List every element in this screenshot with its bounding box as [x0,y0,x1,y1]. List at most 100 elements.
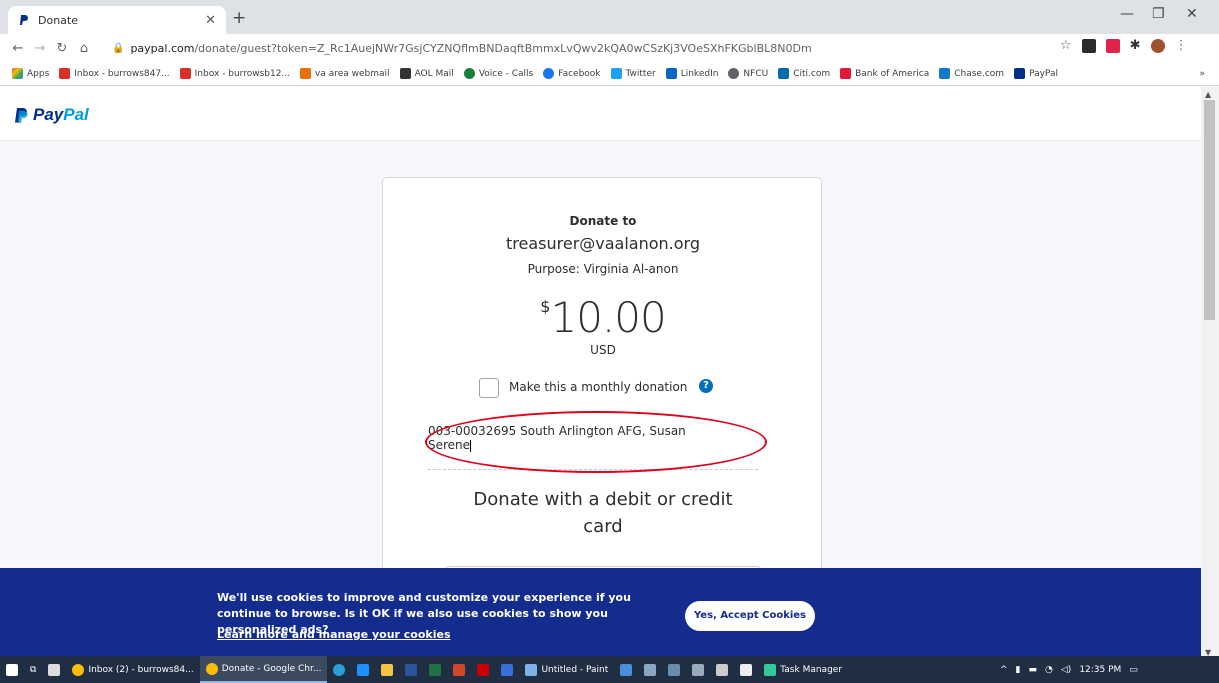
bookmark-item[interactable]: Twitter [610,68,656,79]
app-icon [692,663,705,676]
debit-credit-heading: Donate with a debit or credit card [473,489,733,537]
toolbar-extensions: ☆ ✱ ⋮ [1060,38,1188,53]
bookmark-item[interactable]: AOL Mail [399,68,454,79]
pocket-extension-icon[interactable] [1105,38,1120,53]
excel-button[interactable] [423,656,447,683]
url-path: /donate/guest?token=Z_Rc1AuejNWr7GsjCYZN… [194,41,812,55]
paypal-logo[interactable]: Pay Pal [14,105,89,125]
aol-icon [399,68,411,79]
app-button[interactable] [614,656,638,683]
bookmarks-overflow[interactable]: » [1199,69,1205,79]
home-icon[interactable]: ⌂ [74,41,94,56]
manage-cookies-link[interactable]: Learn more and manage your cookies [217,628,451,641]
powerpoint-icon [453,663,466,676]
bookmark-item[interactable]: LinkedIn [665,68,718,79]
citi-icon [778,68,790,79]
red-app-icon [477,663,490,676]
chrome-icon [205,662,218,675]
webmail-icon [300,68,312,79]
task-view-button[interactable]: ⧉ [24,656,42,683]
taskbar-item[interactable]: Inbox (2) - burrows84... [66,656,199,683]
bookmark-item[interactable]: Inbox - burrowsb12... [179,68,290,79]
chrome-icon [72,663,85,676]
task-manager-icon [764,663,777,676]
chevron-up-icon[interactable]: ^ [1000,665,1008,675]
close-window-icon[interactable]: ✕ [1186,6,1198,22]
app-button[interactable] [710,656,734,683]
restore-icon[interactable]: ❐ [1152,6,1165,22]
bookmark-item[interactable]: Bank of America [840,68,929,79]
explorer-button[interactable] [375,656,399,683]
taskbar-item[interactable]: Task Manager [758,656,848,683]
tab-donate[interactable]: Donate ✕ [8,6,226,34]
minimize-icon[interactable]: — [1120,6,1134,22]
battery-icon[interactable]: ▮ [1016,665,1021,675]
acrobat-extension-icon[interactable] [1081,38,1096,53]
app-button[interactable] [495,656,519,683]
donation-purpose: Purpose: Virginia Al-anon [527,262,679,276]
bookmarks-bar: Apps Inbox - burrows847... Inbox - burro… [0,62,1219,86]
bookmark-item[interactable]: Inbox - burrows847... [59,68,170,79]
bookmark-item[interactable]: Facebook [543,68,601,79]
back-icon[interactable]: ← [8,41,28,56]
taskbar-item[interactable]: Untitled - Paint [519,656,614,683]
bookmark-item[interactable]: Apps [12,68,49,79]
bookmark-item[interactable]: va area webmail [300,68,390,79]
scrollbar-thumb[interactable] [1204,100,1215,320]
store-button[interactable] [42,656,66,683]
paypal-header [0,87,1201,141]
folder-icon [381,663,394,676]
app-button[interactable] [686,656,710,683]
monthly-donation-label[interactable]: Make this a monthly donation [509,380,687,394]
extensions-puzzle-icon[interactable]: ✱ [1130,38,1141,53]
clock[interactable]: 12:35 PM [1079,665,1121,675]
blue-app-icon [501,663,514,676]
bookmark-item[interactable]: Citi.com [778,68,830,79]
app-icon [716,663,729,676]
network-icon[interactable]: ▬ [1029,665,1038,675]
help-icon[interactable]: ? [699,379,713,393]
profile-avatar-icon[interactable] [1150,38,1165,53]
reload-icon[interactable]: ↻ [52,41,72,56]
notifications-icon[interactable]: ▭ [1129,665,1138,675]
menu-dots-icon[interactable]: ⋮ [1175,38,1188,53]
scroll-up-icon[interactable]: ▲ [1205,90,1211,99]
new-tab-button[interactable]: + [232,8,246,28]
bookmark-item[interactable]: Voice - Calls [463,68,533,79]
start-button[interactable] [0,656,24,683]
apps-grid-icon [12,68,23,79]
app-icon [620,663,633,676]
currency-code: USD [590,343,616,357]
accept-cookies-button[interactable]: Yes, Accept Cookies [685,601,815,631]
amount-value: 10.00 [550,293,666,342]
ie-button[interactable] [351,656,375,683]
taskbar-item[interactable]: Donate - Google Chr... [199,656,328,683]
windows-logo-icon [6,663,18,676]
edge-button[interactable] [327,656,351,683]
app-button[interactable] [734,656,758,683]
monthly-donation-checkbox[interactable] [479,378,499,398]
forward-icon[interactable]: → [30,41,50,56]
donation-amount[interactable]: $10.00 [383,293,823,342]
gmail-icon [179,68,191,79]
app-button[interactable] [662,656,686,683]
voice-icon [463,68,475,79]
wifi-icon[interactable]: ◔ [1045,665,1053,675]
app-icon [644,663,657,676]
close-tab-icon[interactable]: ✕ [205,13,216,28]
bookmark-item[interactable]: NFCU [728,68,768,79]
address-bar[interactable]: 🔒 paypal.com/donate/guest?token=Z_Rc1Aue… [112,38,1112,58]
app-button[interactable] [638,656,662,683]
powerpoint-button[interactable] [447,656,471,683]
word-button[interactable] [399,656,423,683]
linkedin-icon [665,68,677,79]
volume-icon[interactable]: ◁) [1061,665,1071,675]
app-icon [668,663,681,676]
app-button[interactable] [471,656,495,683]
bookmark-star-icon[interactable]: ☆ [1060,38,1072,53]
bookmark-item[interactable]: PayPal [1014,68,1058,79]
excel-icon [429,663,442,676]
bookmark-item[interactable]: Chase.com [939,68,1004,79]
store-icon [48,663,61,676]
lock-icon: 🔒 [112,42,125,54]
